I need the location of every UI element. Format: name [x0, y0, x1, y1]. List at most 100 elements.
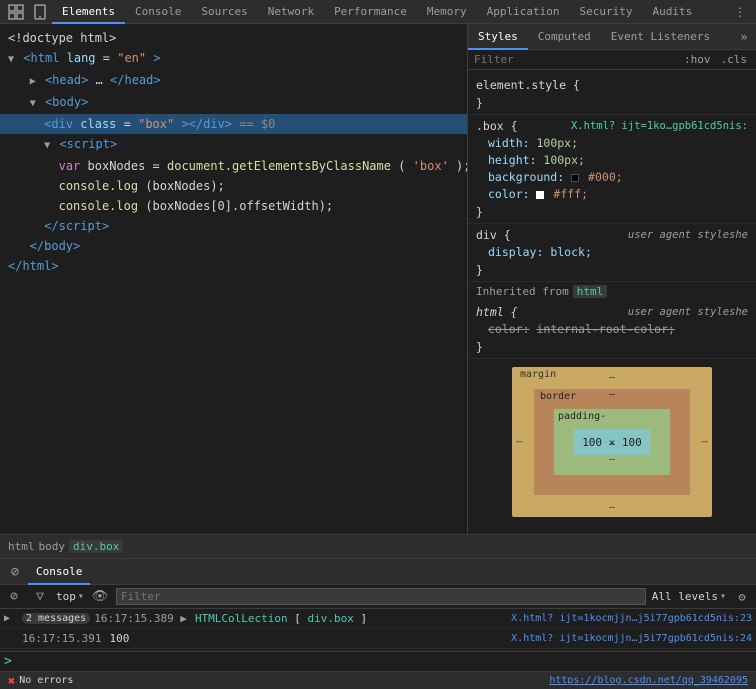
breadcrumb-div[interactable]: div.box — [69, 540, 123, 553]
breadcrumb-body[interactable]: body — [39, 540, 66, 553]
html-close-tag: </html> — [8, 259, 59, 273]
msg1-div-box[interactable]: div.box — [308, 612, 354, 625]
html-open-tag: <html — [23, 51, 66, 65]
box-color-rule[interactable]: color: #fff; — [476, 186, 748, 203]
context-label: top — [56, 590, 76, 603]
console-input-row: > — [0, 651, 756, 671]
element-style-selector[interactable]: element.style { — [476, 76, 748, 94]
breadcrumb-html[interactable]: html — [8, 540, 35, 553]
tab-elements[interactable]: Elements — [52, 0, 125, 24]
head-ellipsis: … — [96, 73, 103, 87]
console-log-args: (boxNodes); — [145, 179, 224, 193]
html-expand-icon[interactable]: ▼ — [8, 54, 14, 65]
html-doctype-line[interactable]: <!doctype html> — [0, 28, 467, 48]
console-tab-btn[interactable]: Console — [28, 559, 90, 585]
console-filter-icon[interactable]: ▽ — [30, 587, 50, 607]
html-script-close-line[interactable]: </script> — [0, 216, 467, 236]
box-width-rule[interactable]: width: 100px; — [476, 135, 748, 152]
tab-application[interactable]: Application — [477, 0, 570, 24]
log-level-label: All levels — [652, 590, 718, 603]
body-close-tag: </body> — [30, 239, 81, 253]
script-close-tag: </script> — [44, 219, 109, 233]
html-head-line[interactable]: ▶ <head> … </head> — [0, 70, 467, 92]
fn-paren-close: ); — [456, 159, 467, 173]
box-style-source[interactable]: X.html? ijt=1ko…gpb61cd5nis: — [571, 117, 748, 135]
msg1-bracket-open: [ — [294, 612, 301, 625]
console-toolbar: ⊘ ▽ top ▾ 👁 All levels ▾ ⚙ — [0, 585, 756, 609]
html-color-rule[interactable]: color: internal-root-color; — [476, 321, 748, 338]
console-url-link[interactable]: https://blog.csdn.net/qq_39462095 — [549, 675, 748, 686]
styles-tabs: Styles Computed Event Listeners » — [468, 24, 756, 50]
tab-memory[interactable]: Memory — [417, 0, 477, 24]
inherited-html-tag[interactable]: html — [573, 285, 608, 298]
styles-more-tabs[interactable]: » — [732, 24, 756, 50]
tab-network[interactable]: Network — [258, 0, 324, 24]
html-script-open-line[interactable]: ▼ <script> — [0, 134, 467, 156]
msg1-text: HTMLColLection [ div.box ] — [195, 612, 367, 625]
box-height-rule[interactable]: height: 100px; — [476, 152, 748, 169]
html-lang-val: "en" — [117, 51, 146, 65]
console-log-args-2: (boxNodes[0].offsetWidth); — [145, 199, 333, 213]
context-dropdown-icon[interactable]: ▾ — [78, 591, 84, 602]
tab-security[interactable]: Security — [570, 0, 643, 24]
tab-audits[interactable]: Audits — [643, 0, 703, 24]
tab-sources[interactable]: Sources — [191, 0, 257, 24]
styles-tab-computed[interactable]: Computed — [528, 24, 601, 50]
cls-button[interactable]: .cls — [718, 53, 751, 66]
console-tabs: ⊘ Console — [0, 559, 756, 585]
console-settings-icon[interactable]: ⚙ — [732, 587, 752, 607]
body-expand-icon[interactable]: ▼ — [30, 98, 36, 109]
head-expand-icon[interactable]: ▶ — [30, 76, 36, 87]
box-style-close: } — [476, 203, 748, 221]
html-tag-line[interactable]: ▼ <html lang = "en" > — [0, 48, 467, 70]
console-message-2[interactable]: 16:17:15.391 100 X.html? ijt=1kocmjjn…j5… — [0, 629, 756, 649]
div-dollar-sign: == $0 — [239, 117, 275, 131]
styles-tab-styles[interactable]: Styles — [468, 24, 528, 50]
inspect-element-icon[interactable] — [4, 0, 28, 24]
fn-paren-open: ( — [398, 159, 405, 173]
console-filter-input[interactable] — [116, 588, 646, 605]
color-swatch[interactable] — [536, 191, 544, 199]
msg1-expand-icon[interactable]: ▶ — [4, 613, 18, 624]
html-body-close-line[interactable]: </body> — [0, 236, 467, 256]
background-color-swatch[interactable] — [571, 174, 579, 182]
more-tabs-button[interactable]: ⋮ — [728, 0, 752, 24]
msg2-timestamp: 16:17:15.391 — [22, 632, 101, 645]
console-clear-toolbar-icon[interactable]: ⊘ — [4, 587, 24, 607]
msg1-bracket-close: ] — [361, 612, 368, 625]
styles-filter-input[interactable] — [474, 53, 677, 66]
margin-bottom-val: – — [609, 502, 615, 513]
styles-tab-event-listeners[interactable]: Event Listeners — [601, 24, 720, 50]
msg1-source[interactable]: X.html? ijt=1kocmjjn…j5i77gpb61cd5nis:23 — [511, 613, 752, 624]
tab-console[interactable]: Console — [125, 0, 191, 24]
box-style-selector[interactable]: .box { X.html? ijt=1ko…gpb61cd5nis: — [476, 117, 748, 135]
log-level-dropdown-icon[interactable]: ▾ — [720, 591, 726, 602]
html-body-open-line[interactable]: ▼ <body> — [0, 92, 467, 114]
border-label: border — [540, 391, 576, 402]
box-background-rule[interactable]: background: #000; — [476, 169, 748, 186]
tab-performance[interactable]: Performance — [324, 0, 417, 24]
html-div-line[interactable]: <div class = "box" ></div> == $0 — [0, 114, 467, 134]
code-line-3[interactable]: console.log (boxNodes[0].offsetWidth); — [0, 196, 467, 216]
console-message-1[interactable]: ▶ 2 messages 16:17:15.389 ▶ HTMLColLecti… — [0, 609, 756, 629]
script-open-tag: <script> — [59, 137, 117, 151]
getelements-fn: document.getElementsByClassName — [167, 159, 391, 173]
html-html-close-line[interactable]: </html> — [0, 256, 467, 276]
code-line-1[interactable]: var boxNodes = document.getElementsByCla… — [0, 156, 467, 176]
div-display-rule[interactable]: display: block; — [476, 244, 748, 261]
doctype-text: <!doctype html> — [8, 31, 116, 45]
script-expand-icon[interactable]: ▼ — [44, 140, 50, 151]
console-clear-icon[interactable]: ⊘ — [4, 561, 26, 583]
mobile-device-icon[interactable] — [28, 0, 52, 24]
console-log-fn-2: console.log — [59, 199, 138, 213]
msg2-source[interactable]: X.html? ijt=1kocmjjn…j5i77gpb61cd5nis:24 — [511, 633, 752, 644]
console-eye-icon[interactable]: 👁 — [90, 587, 110, 607]
html-style-selector[interactable]: html { user agent styleshe — [476, 303, 748, 321]
code-line-2[interactable]: console.log (boxNodes); — [0, 176, 467, 196]
html-equals: = — [103, 51, 110, 65]
console-input-field[interactable] — [16, 655, 752, 668]
hov-button[interactable]: :hov — [681, 53, 714, 66]
div-style-selector[interactable]: div { user agent styleshe — [476, 226, 748, 244]
msg1-html-collection[interactable]: HTMLColLection — [195, 612, 288, 625]
boxnodes-decl: boxNodes = — [88, 159, 167, 173]
